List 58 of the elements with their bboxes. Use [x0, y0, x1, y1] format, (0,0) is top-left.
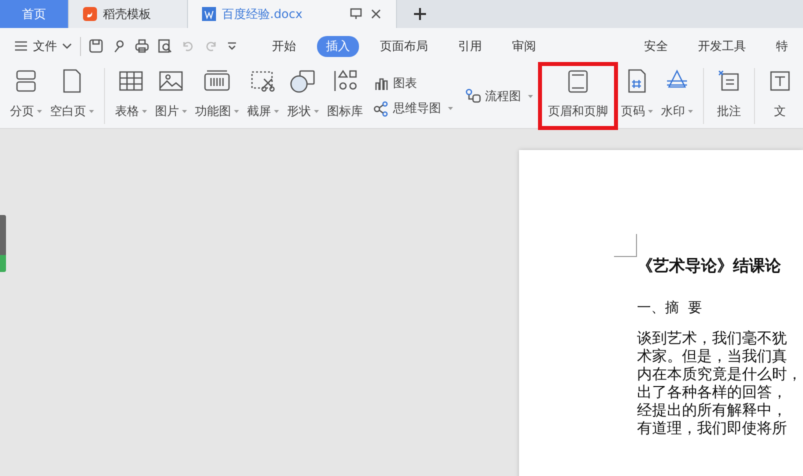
ribbon-button[interactable]: 截屏 [244, 64, 282, 128]
ribbon-button[interactable]: 表格 [112, 64, 150, 128]
tab-label: 首页 [22, 6, 46, 22]
tab[interactable]: 稻壳模板 [69, 0, 188, 28]
tab[interactable]: 首页 [0, 0, 69, 28]
body-text-line: 术家。但是，当我们真 [637, 347, 788, 365]
chevron-down-icon [62, 43, 72, 49]
print-preview-icon [158, 39, 172, 53]
flame-logo-icon [83, 7, 97, 21]
flowchart-icon [465, 88, 481, 104]
ribbon-button[interactable]: 文 [762, 64, 798, 128]
ribbon-button[interactable]: 页码 [618, 64, 656, 128]
menu-icon [14, 40, 28, 52]
format-painter-icon [112, 39, 126, 53]
section-heading: 一、摘 要 [637, 299, 703, 317]
print-icon [135, 39, 149, 53]
ribbon-button[interactable]: 图标库 [324, 64, 366, 128]
ribbon-button[interactable]: 功能图 [192, 64, 242, 128]
ribbon-button[interactable]: 空白页 [47, 64, 97, 128]
ribbon-tab[interactable]: 开发工具 [689, 36, 755, 56]
ribbon-tab[interactable]: 引用 [449, 36, 491, 56]
document-icon [202, 7, 216, 21]
body-text-line: 经提出的所有解释中， [637, 401, 788, 419]
ribbon-button[interactable]: 图表 [373, 75, 453, 92]
ribbon-button[interactable]: 思维导图 [373, 100, 453, 117]
ribbon-tab[interactable]: 插入 [317, 36, 359, 56]
plus-icon [413, 7, 427, 21]
ribbon-button[interactable]: 分页 [7, 64, 45, 128]
ribbon-tab[interactable]: 审阅 [503, 36, 545, 56]
tab-label: 百度经验.docx [222, 6, 302, 22]
more-icon [227, 41, 237, 51]
ribbon-tab[interactable]: 开始 [263, 36, 305, 56]
body-text-line: 出了各种各样的回答， [637, 383, 788, 401]
ribbon-tab[interactable]: 特 [767, 36, 797, 56]
ribbon-button[interactable]: 图片 [152, 64, 190, 128]
ribbon-button[interactable]: 水印 [658, 64, 696, 128]
redo-icon [204, 39, 218, 53]
ribbon-tab[interactable]: 安全 [635, 36, 677, 56]
body-text-line: 内在本质究竟是什么时， [637, 365, 803, 383]
ribbon-tab[interactable]: 页面布局 [371, 36, 437, 56]
scrollbar-widget[interactable] [0, 215, 6, 272]
body-text-line: 有道理，我们即使将所 [637, 419, 788, 437]
body-text-line: 谈到艺术，我们毫不犹 [637, 329, 788, 347]
tab-label: 稻壳模板 [103, 6, 151, 22]
ribbon-button[interactable]: 页眉和页脚 [540, 64, 616, 128]
close-icon [370, 8, 382, 20]
undo-icon [181, 39, 195, 53]
mind-map-icon [373, 100, 389, 116]
bar-chart-icon [373, 76, 389, 92]
margin-corner-mark [614, 234, 637, 257]
document-title: 《艺术导论》结课论 [637, 256, 782, 277]
monitor-icon [350, 8, 362, 20]
ribbon-button[interactable]: 形状 [284, 64, 322, 128]
tab[interactable]: 百度经验.docx [188, 0, 397, 28]
ribbon-button[interactable]: 流程图 [465, 88, 533, 104]
save-icon [89, 39, 103, 53]
ribbon-button[interactable]: 批注 [711, 64, 747, 128]
file-menu[interactable]: 文件 [8, 36, 81, 56]
